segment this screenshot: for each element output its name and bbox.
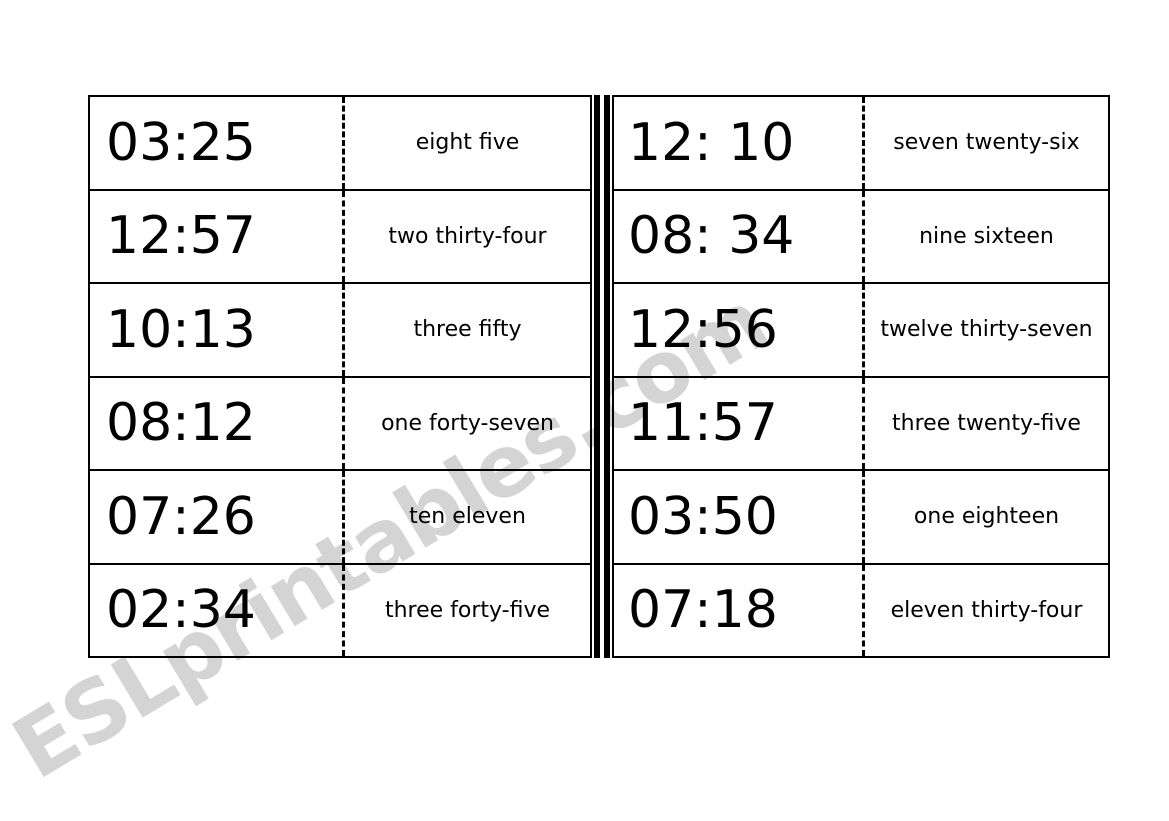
digital-time-cell: 03:25 xyxy=(106,112,256,173)
digital-time-cell: 02:34 xyxy=(106,580,256,641)
table-row: 08: 34 nine sixteen xyxy=(614,190,1108,284)
written-time-cell: eleven thirty-four xyxy=(890,597,1083,623)
written-time-cell: three forty-five xyxy=(384,597,551,623)
digital-time-cell: 12:56 xyxy=(628,299,778,360)
table-row: 12: 10 seven twenty-six xyxy=(614,97,1108,191)
table-row: 03:25 eight five xyxy=(90,97,590,191)
written-time-cell: two thirty-four xyxy=(388,223,547,249)
written-time-cell: ten eleven xyxy=(409,504,526,529)
written-time-cell: one eighteen xyxy=(913,504,1060,529)
digital-time-cell: 03:50 xyxy=(628,486,778,547)
time-dominoes-worksheet: 03:25 eight five 12:57 two thirty-four 1… xyxy=(88,95,1110,658)
table-row: 11:57 three twenty-five xyxy=(614,377,1108,471)
table-row: 12:57 two thirty-four xyxy=(90,190,590,284)
digital-time-cell: 10:13 xyxy=(106,299,256,360)
table-row: 10:13 three fifty xyxy=(90,284,590,378)
center-cut-separator xyxy=(592,95,612,658)
digital-time-cell: 08: 34 xyxy=(628,206,795,267)
table-row: 08:12 one forty-seven xyxy=(90,377,590,471)
digital-time-cell: 07:26 xyxy=(106,486,256,547)
written-time-cell: eight five xyxy=(415,130,520,155)
table-row: 02:34 three forty-five xyxy=(90,564,590,656)
left-domino-table: 03:25 eight five 12:57 two thirty-four 1… xyxy=(88,95,592,658)
written-time-cell: twelve thirty-seven xyxy=(880,317,1093,342)
digital-time-cell: 11:57 xyxy=(628,393,778,454)
written-time-cell: three fifty xyxy=(413,317,522,342)
written-time-cell: three twenty-five xyxy=(892,410,1081,436)
table-row: 07:18 eleven thirty-four xyxy=(614,564,1108,656)
written-time-cell: nine sixteen xyxy=(919,223,1054,249)
table-row: 03:50 one eighteen xyxy=(614,471,1108,565)
written-time-cell: seven twenty-six xyxy=(893,130,1080,155)
table-row: 12:56 twelve thirty-seven xyxy=(614,284,1108,378)
right-domino-table: 12: 10 seven twenty-six 08: 34 nine sixt… xyxy=(612,95,1110,658)
digital-time-cell: 12:57 xyxy=(106,206,256,267)
digital-time-cell: 07:18 xyxy=(628,580,778,641)
digital-time-cell: 08:12 xyxy=(106,393,256,454)
separator-bar-right xyxy=(604,95,610,658)
written-time-cell: one forty-seven xyxy=(381,410,554,436)
digital-time-cell: 12: 10 xyxy=(628,112,795,173)
table-row: 07:26 ten eleven xyxy=(90,471,590,565)
